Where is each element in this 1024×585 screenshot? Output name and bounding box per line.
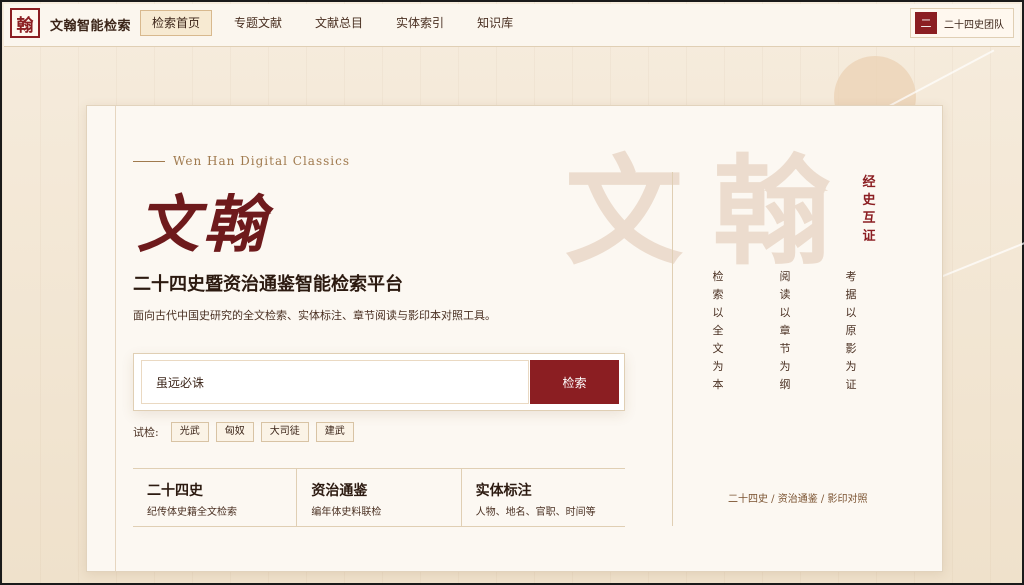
- platform-description: 面向古代中国史研究的全文检索、实体标注、章节阅读与影印本对照工具。: [133, 309, 496, 322]
- logo-icon[interactable]: 翰: [10, 8, 40, 38]
- search-input[interactable]: [141, 360, 529, 404]
- feature-title: 二十四史: [147, 483, 203, 499]
- team-menu-button[interactable]: 二 二十四史团队: [910, 8, 1014, 38]
- main-card: 文翰 Wen Han Digital Classics 文翰 二十四史暨资治通鉴…: [86, 105, 943, 572]
- principle-column: 阅读以章节为纲: [779, 270, 791, 391]
- subtitle-rule: [133, 160, 165, 162]
- top-navigation-bar: 翰 文翰智能检索 检索首页 专题文献 文献总目 实体索引 知识库 二 二十四史团…: [4, 4, 1020, 47]
- feature-twenty-four-histories[interactable]: 二十四史 纪传体史籍全文检索: [133, 469, 298, 526]
- feature-list: 二十四史 纪传体史籍全文检索 资治通鉴 编年体史料联检 实体标注 人物、地名、官…: [133, 468, 625, 527]
- query-chip[interactable]: 匈奴: [215, 422, 254, 442]
- suggested-queries: 试检: 光武 匈奴 大司徒 建武: [133, 422, 361, 442]
- query-chip[interactable]: 大司徒: [260, 422, 309, 442]
- search-button[interactable]: 检索: [530, 360, 619, 404]
- feature-description: 编年体史料联检: [311, 507, 382, 518]
- principle-column: 检索以全文为本: [712, 270, 724, 391]
- main-nav: 检索首页 专题文献 文献总目 实体索引 知识库: [140, 10, 533, 36]
- principle-column: 考据以原影为证: [845, 270, 857, 391]
- brand-name[interactable]: 文翰智能检索: [50, 15, 131, 34]
- nav-item-catalog[interactable]: 文献总目: [304, 10, 374, 36]
- watermark-text: 文翰: [565, 142, 862, 281]
- vertical-divider: [672, 172, 673, 526]
- try-label: 试检:: [133, 426, 159, 439]
- platform-title: 二十四史暨资治通鉴智能检索平台: [133, 274, 403, 295]
- page-background: 翰 文翰智能检索 检索首页 专题文献 文献总目 实体索引 知识库 二 二十四史团…: [0, 0, 1024, 585]
- feature-title: 资治通鉴: [311, 483, 368, 499]
- feature-title: 实体标注: [475, 483, 532, 499]
- card-margin-line: [115, 106, 116, 571]
- feature-entity-annotation[interactable]: 实体标注 人物、地名、官职、时间等: [462, 469, 625, 526]
- feature-zizhi-tongjian[interactable]: 资治通鉴 编年体史料联检: [297, 469, 462, 526]
- subtitle-text: Wen Han Digital Classics: [173, 154, 350, 168]
- english-subtitle: Wen Han Digital Classics: [133, 154, 350, 168]
- collection-tags: 二十四史 / 资治通鉴 / 影印对照: [728, 494, 868, 505]
- query-chip[interactable]: 光武: [170, 422, 209, 442]
- nav-item-entity-index[interactable]: 实体索引: [385, 10, 455, 36]
- team-avatar: 二: [915, 12, 937, 34]
- feature-description: 纪传体史籍全文检索: [147, 507, 237, 518]
- hero-calligraphy-title: 文翰: [137, 188, 270, 261]
- query-chip[interactable]: 建武: [315, 422, 354, 442]
- nav-item-special-literature[interactable]: 专题文献: [223, 10, 293, 36]
- feature-description: 人物、地名、官职、时间等: [475, 507, 596, 518]
- nav-item-knowledge-base[interactable]: 知识库: [466, 10, 524, 36]
- nav-item-search-home[interactable]: 检索首页: [140, 10, 213, 36]
- search-box: 检索: [133, 353, 625, 411]
- team-label: 二十四史团队: [944, 19, 1004, 31]
- motto-vertical: 经史互证: [862, 175, 876, 244]
